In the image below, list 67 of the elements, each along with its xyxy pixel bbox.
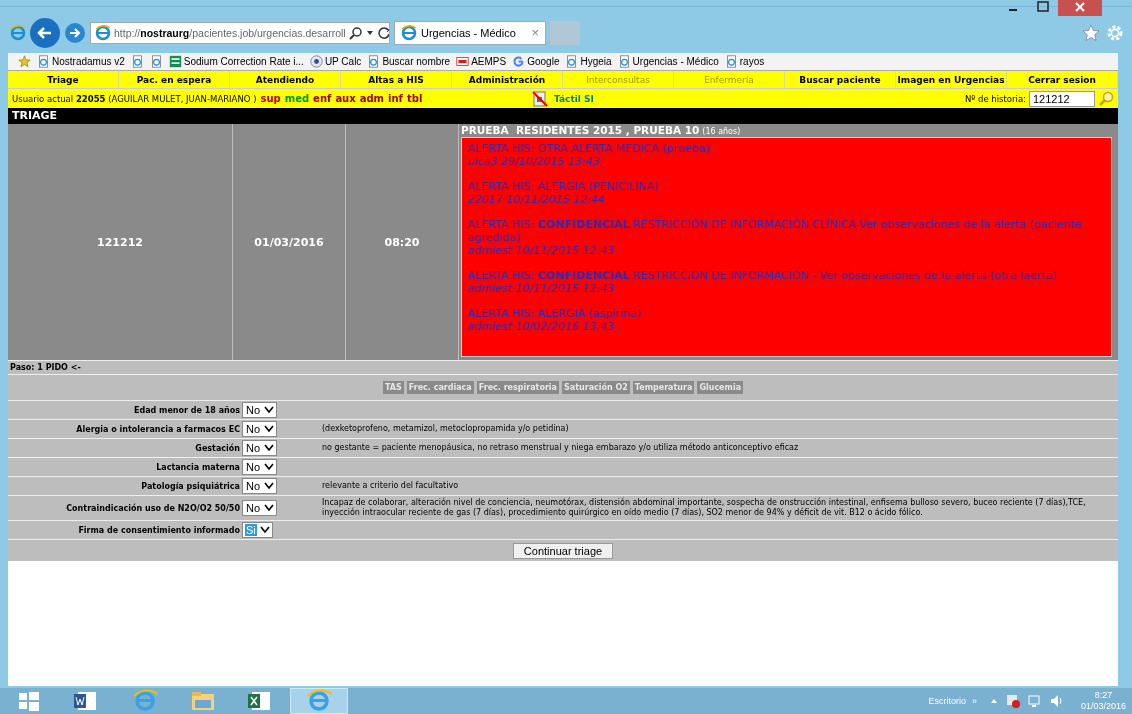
address-bar[interactable]: http://nostraurg/pacientes.job/urgencias.desarroll bbox=[90, 21, 390, 44]
favorite-link[interactable]: rayos bbox=[724, 55, 765, 68]
select-field[interactable]: No bbox=[242, 402, 278, 418]
patient-cell: 121212 bbox=[8, 124, 232, 360]
favorite-link[interactable]: Hygeia bbox=[565, 55, 612, 68]
user-label: Usuario actual 22055 (AGUILAR MULET, JUAN-MARIANO ) bbox=[12, 93, 257, 104]
role-link[interactable]: tbl bbox=[406, 93, 423, 104]
patient-cell: 08:20 bbox=[346, 124, 458, 360]
alert-meta: admiest 10/11/2015 12:43 bbox=[468, 244, 616, 257]
close-tab-button[interactable]: × bbox=[531, 25, 539, 40]
select-field[interactable]: No bbox=[242, 440, 278, 456]
browser-tab[interactable]: Urgencias - Médico × bbox=[394, 20, 546, 45]
select-field[interactable]: No bbox=[242, 500, 278, 516]
select-field[interactable]: No bbox=[242, 478, 278, 494]
field-label: Alergia o intolerancia a farmacos EC bbox=[75, 424, 241, 434]
favorite-link[interactable]: Google bbox=[512, 55, 560, 68]
field-note: no gestante = paciente menopáusica, no retraso menstrual y niega embarazo y/o utiliza método anticonceptivo eficaz bbox=[322, 443, 800, 453]
alert-text: ALERTA HIS: ALERGIA (aspirina) bbox=[468, 307, 643, 320]
nav-tab[interactable]: Imagen en Urgencias bbox=[896, 71, 1007, 88]
select-field[interactable]: No bbox=[242, 421, 278, 437]
alert-meta: admiest 10/11/2015 12:43 bbox=[468, 282, 616, 295]
url-text: http://nostraurg/pacientes.job/urgencias.desarroll bbox=[114, 26, 346, 39]
role-link[interactable]: inf bbox=[388, 93, 403, 104]
favorite-link[interactable]: Sodium Correction Rate i... bbox=[168, 55, 304, 68]
alert-text: ALERTA HIS: CONFIDENCIAL RESTRICCIÓN DE INFORMACIÓN CLÍNICA-Ver observaciones de la alerta (paciente agredida) bbox=[468, 218, 1083, 244]
role-link[interactable]: aux bbox=[335, 93, 356, 104]
patient-age: (16 años) bbox=[702, 127, 741, 136]
field-label: Lactancia materna bbox=[155, 462, 241, 472]
alert-text: ALERTA HIS: CONFIDENCIAL RESTRICCIÓN DE INFORMACIÓN - Ver observaciones de la alerta (otra laerta) bbox=[468, 269, 1059, 282]
alert-meta: uica3 29/10/2015 13:43 bbox=[468, 155, 601, 168]
nav-tab[interactable]: Administración bbox=[452, 71, 563, 88]
favorite-link[interactable]: Nostradamus v2 bbox=[37, 55, 125, 68]
favorite-link[interactable]: AEMPS bbox=[456, 55, 507, 68]
alert-meta: 22017 10/11/2015 12:44 bbox=[468, 193, 607, 206]
nav-tab[interactable]: Buscar paciente bbox=[785, 71, 896, 88]
patient-name: PRUEBA RESIDENTES 2015 , PRUEBA 10 bbox=[461, 124, 700, 136]
favorite-link[interactable]: Buscar nombre bbox=[367, 55, 451, 68]
nav-tab[interactable]: Pac. en espera bbox=[119, 71, 230, 88]
field-label: Edad menor de 18 años bbox=[133, 405, 241, 415]
field-note: relevante a criterio del facultativo bbox=[322, 481, 460, 491]
favorite-link[interactable]: Urgencias - Médico bbox=[617, 55, 719, 68]
field-label: Gestación bbox=[194, 443, 241, 453]
continue-button[interactable]: Continuar triage bbox=[512, 542, 614, 559]
favorite-link[interactable]: UP Calc bbox=[309, 55, 362, 68]
select-field[interactable]: No bbox=[242, 459, 278, 475]
field-label: Contraindicación uso de N2O/O2 50/50 bbox=[65, 503, 241, 513]
section-title: TRIAGE bbox=[8, 108, 1118, 124]
field-note: (dexketoprofeno, metamizol, metoclopropamida y/o petidina) bbox=[322, 424, 570, 434]
alert-meta: admiest 10/02/2016 13:43 bbox=[468, 320, 616, 333]
role-link[interactable]: adm bbox=[359, 93, 385, 104]
role-link[interactable]: sup bbox=[260, 93, 281, 104]
field-note: Incapaz de colaborar, alteración nivel de conciencia, neumotórax, distensión abdominal importante, sospecha de onstrucción intestinal, enfisema bulloso severo, buceo reciente (7 días),TCE, inyección intraocular reciente de gas (7 días), procedimiento quirúrgico en oído medio (7 días), SO2 menor de 94% y déficit de vit. B12 o ácido fólico. bbox=[322, 498, 1087, 518]
patient-cell: 01/03/2016 bbox=[233, 124, 345, 360]
alert-text: ALERTA HIS: ALERGIA (PENICILINA) bbox=[468, 180, 660, 193]
field-label: Firma de consentimiento informado bbox=[77, 525, 241, 535]
role-link[interactable]: enf bbox=[313, 93, 332, 104]
role-link[interactable]: med bbox=[284, 93, 310, 104]
nav-tab[interactable]: Altas a HIS bbox=[341, 71, 452, 88]
history-field[interactable]: 121212 bbox=[1029, 90, 1095, 107]
history-label: Nº de historia: bbox=[964, 93, 1026, 104]
nav-tab[interactable]: Cerrar sesion bbox=[1007, 71, 1118, 88]
alert-text: ALERTA HIS: OTRA ALERTA MEDICA (prueba) bbox=[468, 142, 712, 155]
nav-tab[interactable]: Triage bbox=[8, 71, 119, 88]
step-label: Paso: 1 PIDO <- bbox=[8, 360, 1118, 374]
field-label: Patología psiquiátrica bbox=[140, 481, 241, 491]
nav-tab[interactable]: Atendiendo bbox=[230, 71, 341, 88]
touch-mode-link[interactable]: Táctil SI bbox=[554, 93, 594, 104]
